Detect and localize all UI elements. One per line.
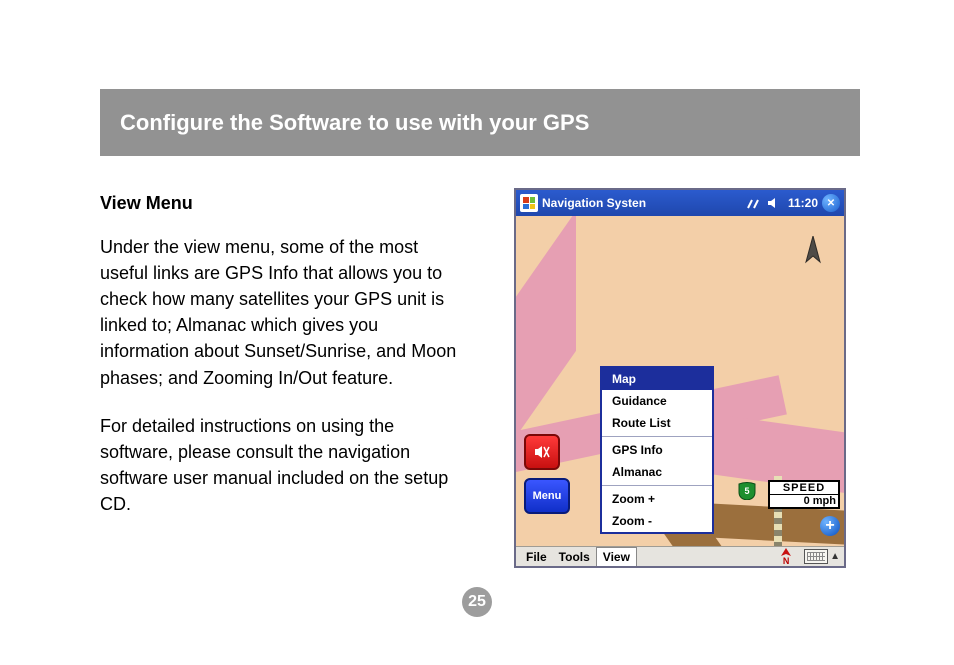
bottombar-view[interactable]: View (596, 547, 637, 566)
svg-text:5: 5 (744, 486, 749, 496)
view-menu-popup: Map Guidance Route List GPS Info Almanac… (600, 366, 714, 534)
keyboard-button[interactable] (804, 549, 828, 564)
subheading: View Menu (100, 190, 470, 216)
app-title: Navigation Systen (542, 196, 746, 210)
windows-logo-icon (523, 197, 535, 209)
view-menu-item-map[interactable]: Map (602, 368, 712, 390)
connectivity-icon[interactable] (746, 196, 760, 210)
pda-titlebar: Navigation Systen 11:20 (516, 190, 844, 216)
input-panel-arrow-icon[interactable]: ▲ (830, 551, 840, 562)
map-canvas[interactable]: Menu 5 SPEED 0 mph + Map Guidance Route … (516, 216, 844, 548)
view-menu-item-gpsinfo[interactable]: GPS Info (602, 439, 712, 461)
pda-bottombar: File Tools View N ▲ (516, 546, 844, 566)
speed-label: SPEED (770, 482, 838, 495)
compass-direction: N (783, 556, 790, 566)
paragraph-2: For detailed instructions on using the s… (100, 413, 470, 517)
bottombar-file[interactable]: File (520, 550, 553, 564)
speed-value: 0 mph (770, 495, 838, 507)
device-screenshot: Navigation Systen 11:20 Menu 5 (514, 188, 846, 568)
page-number-badge: 25 (462, 587, 492, 617)
speaker-icon[interactable] (766, 196, 780, 210)
close-button[interactable] (822, 194, 840, 212)
view-menu-item-zoomout[interactable]: Zoom - (602, 510, 712, 532)
view-menu-item-guidance[interactable]: Guidance (602, 390, 712, 412)
speed-box: SPEED 0 mph (768, 480, 840, 509)
menu-button[interactable]: Menu (524, 478, 570, 514)
view-menu-item-almanac[interactable]: Almanac (602, 461, 712, 483)
bottombar-tools[interactable]: Tools (553, 550, 596, 564)
section-header: Configure the Software to use with your … (100, 89, 860, 156)
body-text-column: View Menu Under the view menu, some of t… (100, 190, 470, 539)
section-title: Configure the Software to use with your … (120, 110, 589, 136)
route-shield-icon: 5 (738, 482, 756, 500)
menu-divider (602, 485, 712, 486)
compass-arrow-icon (780, 548, 792, 556)
zoom-in-button[interactable]: + (820, 516, 840, 536)
titlebar-status-icons: 11:20 (746, 196, 818, 210)
compass-indicator[interactable]: N (772, 548, 800, 566)
view-menu-item-routelist[interactable]: Route List (602, 412, 712, 434)
start-button[interactable] (520, 194, 538, 212)
north-arrow-icon (804, 236, 822, 271)
paragraph-1: Under the view menu, some of the most us… (100, 234, 470, 391)
clock-time[interactable]: 11:20 (788, 196, 818, 210)
view-menu-item-zoomin[interactable]: Zoom + (602, 488, 712, 510)
mute-button[interactable] (524, 434, 560, 470)
menu-divider (602, 436, 712, 437)
